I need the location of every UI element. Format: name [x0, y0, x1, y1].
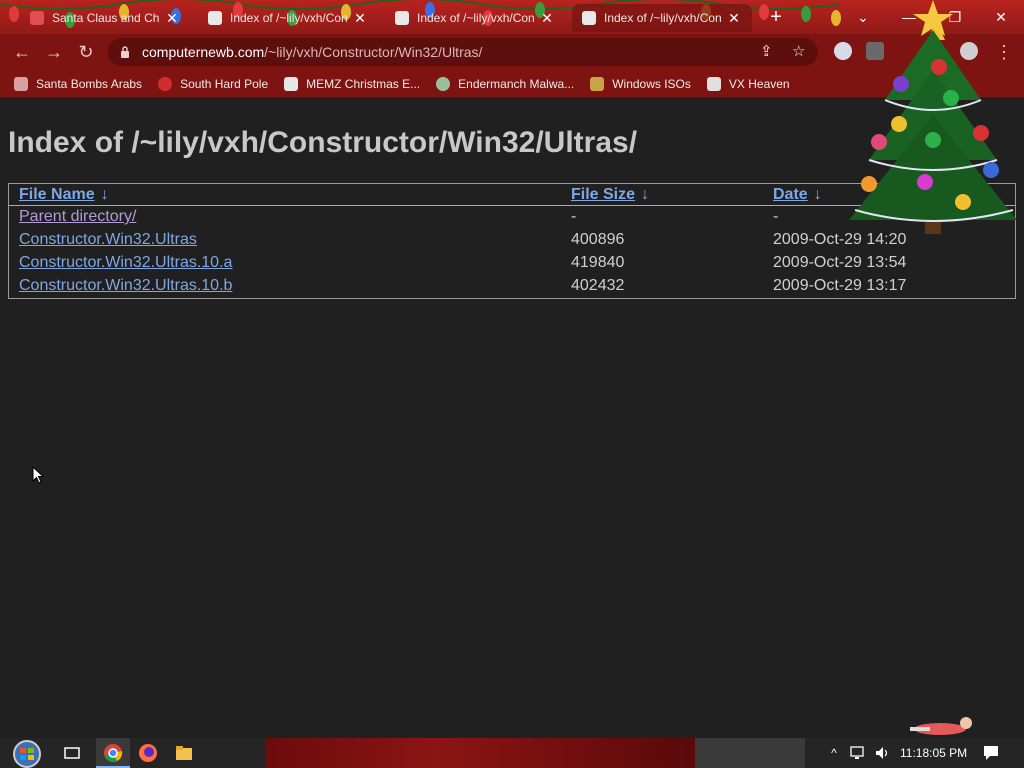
url-path: /~lily/vxh/Constructor/Win32/Ultras/ [264, 44, 483, 60]
share-icon[interactable]: ⇪ [760, 42, 773, 60]
bookmark-memz-christmas[interactable]: MEMZ Christmas E... [284, 76, 421, 91]
close-tab-icon[interactable]: ✕ [726, 10, 742, 27]
forward-button[interactable]: → [38, 36, 70, 68]
christmas-tree-decoration [849, 0, 1017, 234]
santa-icon [14, 76, 28, 91]
bookmark-star-icon[interactable]: ☆ [792, 42, 805, 60]
bookmark-vx-heaven[interactable]: VX Heaven [706, 76, 790, 91]
bookmark-label: Santa Bombs Arabs [36, 76, 143, 91]
memz-icon [284, 76, 299, 91]
vx-heaven-icon [706, 76, 721, 91]
windows-isos-icon [590, 76, 605, 91]
bookmark-santa-bombs-arabs[interactable]: Santa Bombs Arabs [14, 76, 143, 91]
taskbar-wallpaper-strip [695, 738, 805, 768]
sort-by-name-link[interactable]: File Name [19, 186, 95, 203]
back-button[interactable]: ← [6, 36, 38, 68]
sort-by-size-link[interactable]: File Size [571, 186, 635, 203]
desktop-mascot-decoration [910, 717, 972, 735]
show-hidden-icons-chevron[interactable]: ^ [826, 738, 842, 768]
taskbar-wallpaper-strip [265, 738, 695, 768]
volume-icon[interactable] [874, 745, 890, 761]
file-link[interactable]: Constructor.Win32.Ultras [19, 231, 197, 248]
bookmark-south-hard-pole[interactable]: South Hard Pole [158, 76, 269, 91]
bookmark-label: VX Heaven [728, 76, 790, 91]
close-tab-icon[interactable]: ✕ [164, 10, 180, 27]
tab-title: Index of /~lily/vxh/Con [417, 11, 535, 25]
endermanch-icon [436, 76, 451, 91]
file-link[interactable]: Constructor.Win32.Ultras.10.a [19, 254, 232, 271]
file-size-cell: - [571, 208, 577, 225]
chrome-icon [104, 744, 123, 762]
parent-directory-link[interactable]: Parent directory/ [19, 208, 136, 225]
mouse-cursor-icon [32, 466, 44, 484]
tab-title: Santa Claus and Christ [52, 11, 160, 25]
start-button-icon[interactable] [10, 740, 44, 768]
bookmark-label: South Hard Pole [180, 76, 269, 91]
bookmark-windows-isos[interactable]: Windows ISOs [590, 76, 691, 91]
file-size-cell: 419840 [571, 254, 625, 271]
action-center-icon[interactable] [982, 744, 1000, 762]
vx-heaven-icon [208, 11, 222, 25]
column-header-file-name[interactable]: File Name ↓ [9, 184, 561, 206]
url-host: computernewb.com [142, 44, 265, 60]
page-title: Index of /~lily/vxh/Constructor/Win32/Ul… [8, 126, 638, 159]
tab-title: Index of /~lily/vxh/Con [230, 11, 348, 25]
close-tab-icon[interactable]: ✕ [352, 10, 368, 27]
column-header-file-size[interactable]: File Size ↓ [561, 184, 763, 206]
task-view-icon[interactable] [62, 743, 82, 763]
tab-index-2[interactable]: Index of /~lily/vxh/Con ✕ [385, 4, 565, 32]
sort-by-date-link[interactable]: Date [773, 186, 808, 203]
date-cell: 2009-Oct-29 13:17 [773, 277, 907, 294]
windows-taskbar: ^ 11:18:05 PM [0, 738, 1024, 768]
tab-index-active[interactable]: Index of /~lily/vxh/Con ✕ [572, 4, 752, 32]
bookmark-label: Endermanch Malwa... [458, 76, 575, 91]
network-icon[interactable] [850, 745, 866, 761]
file-explorer-icon[interactable] [174, 743, 194, 763]
file-link[interactable]: Constructor.Win32.Ultras.10.b [19, 277, 232, 294]
vx-heaven-icon [395, 11, 409, 25]
file-size-cell: 402432 [571, 277, 625, 294]
new-tab-button[interactable]: + [766, 6, 786, 29]
vx-heaven-icon [582, 11, 596, 25]
table-row: Constructor.Win32.Ultras.10.a 419840 200… [9, 252, 1015, 275]
snowflake-icon [158, 76, 173, 91]
tab-index-1[interactable]: Index of /~lily/vxh/Con ✕ [198, 4, 378, 32]
sort-arrow-icon: ↓ [100, 186, 109, 203]
tab-title: Index of /~lily/vxh/Con [604, 11, 722, 25]
sort-arrow-icon: ↓ [641, 186, 650, 203]
bookmark-label: Windows ISOs [612, 76, 691, 91]
close-tab-icon[interactable]: ✕ [539, 10, 555, 27]
file-size-cell: 400896 [571, 231, 625, 248]
lock-icon [121, 46, 129, 58]
chrome-taskbar-button[interactable] [96, 738, 130, 768]
santa-icon [30, 11, 44, 25]
reload-button[interactable]: ↻ [70, 36, 102, 68]
firefox-icon[interactable] [138, 743, 158, 763]
taskbar-clock[interactable]: 11:18:05 PM [900, 738, 967, 768]
date-cell: 2009-Oct-29 13:54 [773, 254, 907, 271]
bookmark-label: MEMZ Christmas E... [306, 76, 421, 91]
table-row: Constructor.Win32.Ultras.10.b 402432 200… [9, 275, 1015, 298]
bookmark-endermanch-malware[interactable]: Endermanch Malwa... [436, 76, 575, 91]
tab-santa-claus[interactable]: Santa Claus and Christ ✕ [20, 4, 190, 32]
sort-arrow-icon: ↓ [813, 186, 822, 203]
address-bar[interactable]: computernewb.com/~lily/vxh/Constructor/W… [108, 38, 818, 66]
